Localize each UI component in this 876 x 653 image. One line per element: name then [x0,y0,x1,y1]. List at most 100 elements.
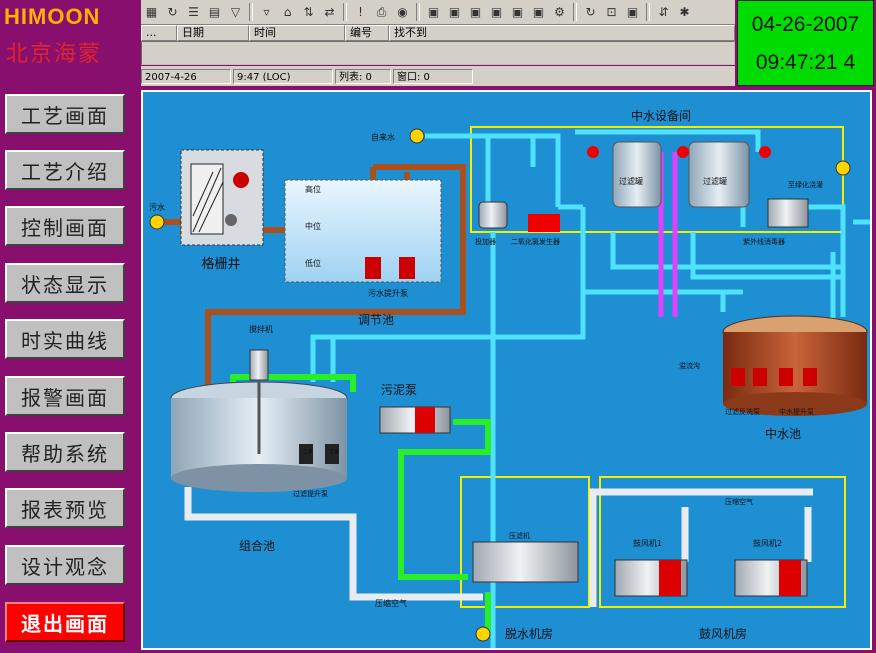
backwash-pump-1[interactable] [731,368,745,386]
col-time[interactable]: 时间 [249,25,345,41]
dewater-room-label: 脱水机房 [505,626,553,641]
filter-press[interactable] [472,541,579,583]
level-high-label: 高位 [305,184,321,194]
col-date[interactable]: 日期 [177,25,249,41]
tools-icon[interactable]: ✱ [675,3,694,22]
filter-valve-3[interactable] [759,146,771,158]
lift-pump-1-label: 1# [303,448,313,456]
sludge-pump-label: 污泥泵 [381,383,417,397]
grid-icon[interactable]: ▦ [142,3,161,22]
panel-icon[interactable]: ▣ [623,3,642,22]
sort-az-icon[interactable]: ⇵ [654,3,673,22]
backwash-pump-2[interactable] [753,368,767,386]
exit-button[interactable]: 退出画面 [5,602,125,642]
panel-icon[interactable]: ▣ [508,3,527,22]
dosing-tank [478,201,508,229]
reclaimed-tank-label: 中水池 [765,426,801,441]
compressed-air-label-2: 压缩空气 [725,497,753,506]
alarm-bell-icon[interactable]: ◉ [393,3,412,22]
col-id[interactable]: 编号 [345,25,389,41]
filter-tank-2 [688,141,750,208]
clock-display: 04-26-2007 09:47:21 4 [737,0,874,86]
screen-well-label: 格栅井 [201,256,240,272]
drain-label: 溢流沟 [679,361,700,370]
refresh-icon[interactable]: ↻ [163,3,182,22]
regulation-tank-label: 调节池 [358,313,394,327]
blower-1-label: 鼓风机1 [633,538,662,548]
nav-process-view[interactable]: 工艺画面 [5,94,125,134]
nav-help-system[interactable]: 帮助系统 [5,432,125,472]
toolbar-separator [249,3,253,21]
reuse-pump-1[interactable] [779,368,793,386]
dosing-label: 投加器 [475,237,496,246]
filter-tank-1 [612,141,662,208]
filter-valve-2[interactable] [677,146,689,158]
col-message[interactable]: 找不到 [389,25,735,41]
alarm-table-body[interactable] [141,41,735,65]
sewage-inlet-icon [149,214,165,230]
level-low-label: 低位 [305,258,321,268]
status-date: 2007-4-26 [141,68,231,84]
uv-device-label: 紫外线消毒器 [743,237,785,246]
lift-pump-2-label: 2# [329,448,339,456]
alarm-toolbar: ▦ ↻ ☰ ▤ ▽ ▿ ⌂ ⇅ ⇄! ⎙ ◉ ▣ ▣ ▣ ▣ ▣ ▣ ⚙ ↻ ⊡ ▣ ⇵ ✱ [141,0,735,25]
screen-gear-top [233,172,249,188]
sewage-pump-2[interactable] [399,257,415,279]
irrigation-outlet-icon [835,160,851,176]
toolbar-separator [573,3,577,21]
filter-tank-1-label: 过滤罐 [619,176,643,186]
screen-gear-bottom [225,214,237,226]
nav-status-view[interactable]: 状态显示 [5,263,125,303]
nav-realtime-trend[interactable]: 时实曲线 [5,319,125,359]
refresh-icon[interactable]: ↻ [581,3,600,22]
sewage-pump-label: 污水提升泵 [368,288,408,298]
panel-icon[interactable]: ▣ [487,3,506,22]
print-icon[interactable]: ⎙ [372,3,391,22]
sludge-pump-motor [415,407,435,433]
filter-clear-icon[interactable]: ▿ [257,3,276,22]
status-window: 窗口: 0 [393,68,473,84]
brand-name: HIMOON [4,4,101,29]
info-icon[interactable]: ! [351,3,370,22]
panel-icon[interactable]: ▣ [529,3,548,22]
brand-logo: HIMOON 北京海蒙 [0,0,140,86]
filter-press-label: 压滤机 [509,531,530,540]
status-bar: 2007-4-26 9:47 (LOC) 列表: 0 窗口: 0 [141,66,735,86]
lift-pump-label: 过滤提升泵 [293,489,328,498]
chart-icon[interactable]: ▤ [205,3,224,22]
nav-report-preview[interactable]: 报表预览 [5,488,125,528]
status-list: 列表: 0 [335,68,391,84]
sewage-label: 污水 [149,202,165,212]
panel-icon[interactable]: ▣ [466,3,485,22]
filter-valve-1[interactable] [587,146,599,158]
disinfect-generator [528,214,560,232]
tap-water-label: 自来水 [371,132,395,142]
toolbar-separator [646,3,650,21]
panel-icon[interactable]: ▣ [445,3,464,22]
status-time: 9:47 (LOC) [233,68,333,84]
lock-icon[interactable]: ⊡ [602,3,621,22]
sewage-pump-1[interactable] [365,257,381,279]
panel-icon[interactable]: ▣ [424,3,443,22]
alarm-table-header: ... 日期 时间 编号 找不到 [141,25,735,41]
disinfect-label: 二氧化氯发生器 [511,237,560,246]
alarm-summary: ... 日期 时间 编号 找不到 [141,25,735,65]
settings-icon[interactable]: ⚙ [550,3,569,22]
reuse-pump-2[interactable] [803,368,817,386]
uv-device [767,198,809,228]
list-icon[interactable]: ☰ [184,3,203,22]
filter-tank-2-label: 过滤罐 [703,176,727,186]
col-select[interactable]: ... [141,25,177,41]
blower-2-label: 鼓风机2 [753,538,782,548]
nav-process-intro[interactable]: 工艺介绍 [5,150,125,190]
nav-design-concept[interactable]: 设计观念 [5,545,125,585]
toolbar-separator [416,3,420,21]
tag-icon[interactable]: ⌂ [278,3,297,22]
nav-control-view[interactable]: 控制画面 [5,206,125,246]
sort-icon[interactable]: ⇅ [299,3,318,22]
nav-alarm-view[interactable]: 报警画面 [5,376,125,416]
blower-2-motor [779,560,801,596]
swap-icon[interactable]: ⇄ [320,3,339,22]
mixer[interactable] [249,349,269,381]
filter-icon[interactable]: ▽ [226,3,245,22]
